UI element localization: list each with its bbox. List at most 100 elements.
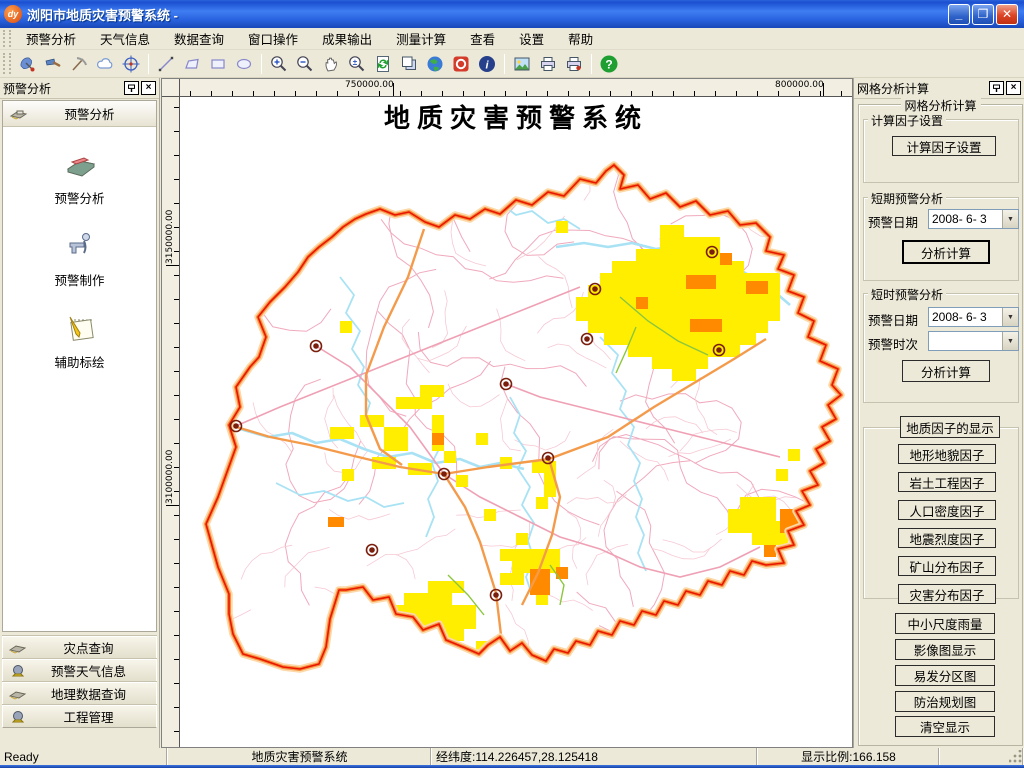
- short-time-calc-button[interactable]: 分析计算: [902, 360, 990, 382]
- menu-data-query[interactable]: 数据查询: [162, 26, 236, 51]
- cloud-icon[interactable]: [93, 52, 117, 76]
- short-term-frame: 短期预警分析 预警日期 2008- 6- 3 ▼ 分析计算: [863, 197, 1019, 281]
- stop-icon[interactable]: [449, 52, 473, 76]
- chevron-down-icon[interactable]: ▼: [1002, 332, 1018, 350]
- menu-measure-calc[interactable]: 测量计算: [384, 26, 458, 51]
- left-nav-section-label: 预警分析: [29, 104, 150, 123]
- target-icon[interactable]: [119, 52, 143, 76]
- bar-project-management[interactable]: 工程管理: [2, 705, 157, 728]
- hammer-icon[interactable]: [41, 52, 65, 76]
- short-term-title: 短期预警分析: [868, 190, 946, 207]
- toolbar-grip[interactable]: [3, 53, 11, 75]
- right-panel: 网格分析计算 × 网格分析计算 计算因子设置 计算因子设置 短期预警分析 预警日…: [853, 78, 1024, 748]
- pin-button[interactable]: [989, 81, 1004, 95]
- satellite-icon[interactable]: [15, 52, 39, 76]
- short-term-date-value: 2008- 6- 3: [929, 212, 1002, 226]
- globe-icon[interactable]: [423, 52, 447, 76]
- bar-disaster-point-query[interactable]: 灾点查询: [2, 636, 157, 659]
- polygon-tool-icon[interactable]: [180, 52, 204, 76]
- zoom-extent-icon[interactable]: ±: [345, 52, 369, 76]
- menu-weather-info[interactable]: 天气信息: [88, 26, 162, 51]
- minimize-button[interactable]: _: [948, 4, 970, 25]
- info-icon[interactable]: i: [475, 52, 499, 76]
- short-time-times-combo[interactable]: ▼: [928, 331, 1019, 351]
- left-panel-bottom-bars: 灾点查询 预警天气信息 地理数据查询 工程管理: [2, 636, 157, 728]
- pickaxe-icon[interactable]: [67, 52, 91, 76]
- ellipse-tool-icon[interactable]: [232, 52, 256, 76]
- factor-terrain-button[interactable]: 地形地貌因子: [898, 444, 996, 464]
- menu-warning-analysis[interactable]: 预警分析: [14, 26, 88, 51]
- short-term-calc-button[interactable]: 分析计算: [902, 240, 990, 264]
- factor-geotech-button[interactable]: 岩土工程因子: [898, 472, 996, 492]
- pan-icon[interactable]: [319, 52, 343, 76]
- mesoscale-rain-button[interactable]: 中小尺度雨量: [895, 613, 995, 634]
- pin-button[interactable]: [124, 81, 139, 95]
- chevron-down-icon[interactable]: ▼: [1002, 308, 1018, 326]
- factor-population-button[interactable]: 人口密度因子: [898, 500, 996, 520]
- factor-seismic-button[interactable]: 地震烈度因子: [898, 528, 996, 548]
- globe-stand-icon: [9, 710, 27, 724]
- menubar-grip[interactable]: [3, 30, 11, 47]
- factor-setting-button[interactable]: 计算因子设置: [892, 136, 996, 156]
- chevron-down-icon[interactable]: ▼: [1002, 210, 1018, 228]
- left-nav-section-header[interactable]: 预警分析: [3, 101, 156, 127]
- nav-item-warning-make[interactable]: 预警制作: [3, 229, 156, 289]
- nav-item-aid-plot[interactable]: 辅助标绘: [3, 311, 156, 371]
- ruler-label: 3150000.00: [165, 220, 175, 264]
- ruler-label: 3100000.00: [165, 460, 175, 504]
- factor-setting-frame: 计算因子设置 计算因子设置: [863, 119, 1019, 183]
- factor-display-button[interactable]: 地质因子的显示: [900, 416, 1000, 438]
- short-time-date-combo[interactable]: 2008- 6- 3 ▼: [928, 307, 1019, 327]
- line-tool-icon[interactable]: [154, 52, 178, 76]
- refresh-icon[interactable]: [371, 52, 395, 76]
- bar-warning-weather-info[interactable]: 预警天气信息: [2, 659, 157, 682]
- toolbar-separator: [591, 54, 592, 74]
- nav-item-warning-analysis[interactable]: 预警分析: [3, 149, 156, 207]
- left-panel-header: 预警分析 ×: [0, 78, 159, 99]
- map-canvas[interactable]: 地质灾害预警系统: [180, 97, 852, 747]
- restore-button[interactable]: ❐: [972, 4, 994, 25]
- menu-help[interactable]: 帮助: [556, 26, 605, 51]
- left-panel-title: 预警分析: [3, 80, 122, 97]
- status-scale: 显示比例:166.158: [758, 748, 940, 765]
- status-app-name: 地质灾害预警系统: [168, 748, 432, 765]
- left-panel: 预警分析 × 预警分析 预警分析 预警制作: [0, 78, 160, 748]
- copy-icon[interactable]: [397, 52, 421, 76]
- menu-result-output[interactable]: 成果输出: [310, 26, 384, 51]
- print-setup-icon[interactable]: [562, 52, 586, 76]
- susceptibility-map-button[interactable]: 易发分区图: [895, 665, 995, 686]
- menu-settings[interactable]: 设置: [507, 26, 556, 51]
- svg-text:±: ±: [353, 58, 358, 67]
- clear-display-button[interactable]: 清空显示: [895, 716, 995, 737]
- main-area: 预警分析 × 预警分析 预警分析 预警制作: [0, 78, 1024, 748]
- prevention-plan-button[interactable]: 防治规划图: [895, 691, 995, 712]
- resize-grip[interactable]: [1009, 750, 1023, 764]
- title-bar: dy 浏阳市地质灾害预警系统 - _ ❐ ✕: [0, 0, 1024, 28]
- menu-window-ops[interactable]: 窗口操作: [236, 26, 310, 51]
- factor-setting-title: 计算因子设置: [868, 112, 946, 129]
- print-icon[interactable]: [536, 52, 560, 76]
- factor-disaster-button[interactable]: 灾害分布因子: [898, 584, 996, 604]
- factor-mine-button[interactable]: 矿山分布因子: [898, 556, 996, 576]
- left-panel-close-button[interactable]: ×: [141, 81, 156, 95]
- bar-geo-data-query[interactable]: 地理数据查询: [2, 682, 157, 705]
- ruler-label: 800000.00: [775, 80, 824, 90]
- close-button[interactable]: ✕: [996, 4, 1018, 25]
- zoom-out-icon[interactable]: [293, 52, 317, 76]
- help-icon[interactable]: ?: [597, 52, 621, 76]
- menu-view[interactable]: 查看: [458, 26, 507, 51]
- grid-analysis-group: 网格分析计算 计算因子设置 计算因子设置 短期预警分析 预警日期 2008- 6…: [858, 104, 1023, 746]
- warning-analysis-icon: [62, 149, 98, 181]
- image-display-button[interactable]: 影像图显示: [895, 639, 995, 660]
- zoom-in-icon[interactable]: [267, 52, 291, 76]
- bar-label: 地理数据查询: [27, 684, 150, 703]
- right-panel-close-button[interactable]: ×: [1006, 81, 1021, 95]
- nav-item-label: 预警制作: [3, 270, 156, 289]
- short-term-date-combo[interactable]: 2008- 6- 3 ▼: [928, 209, 1019, 229]
- toolbar: ± i ?: [0, 50, 1024, 78]
- map-view: 750000.00800000.00 3150000.003100000.00 …: [161, 78, 853, 748]
- image-icon[interactable]: [510, 52, 534, 76]
- rectangle-tool-icon[interactable]: [206, 52, 230, 76]
- toolbar-separator: [261, 54, 262, 74]
- right-panel-header: 网格分析计算 ×: [854, 78, 1024, 99]
